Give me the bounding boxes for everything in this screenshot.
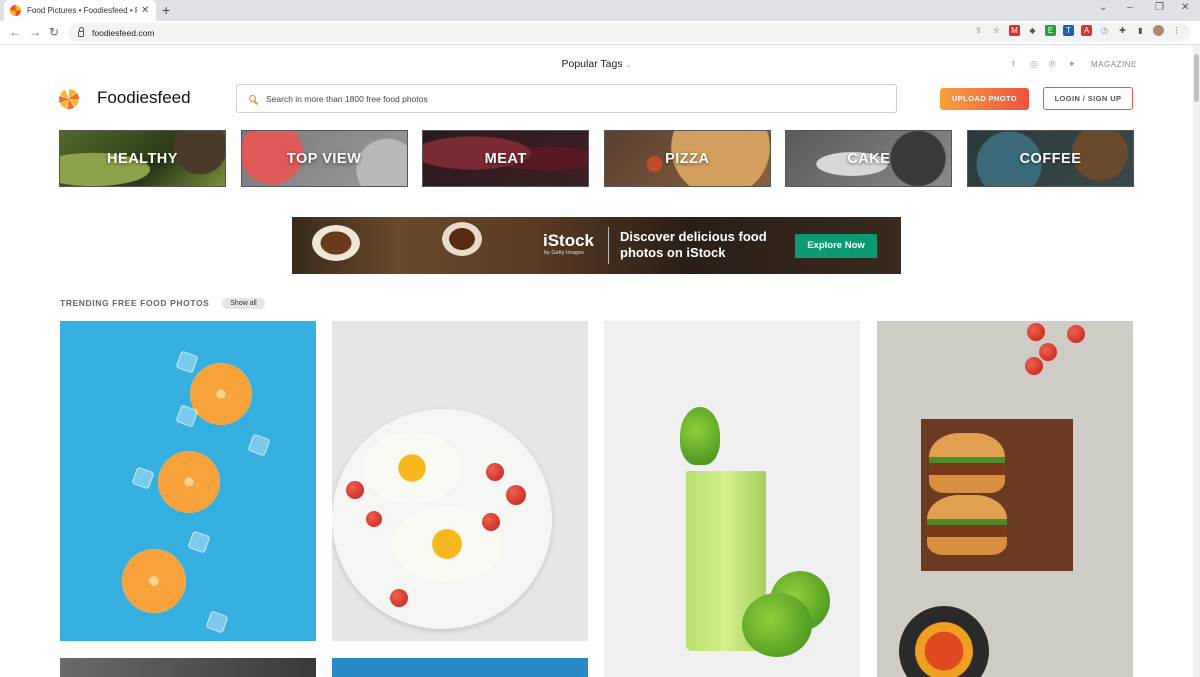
- browser-tabstrip: Food Pictures • Foodiesfeed • Fre ✕ + ⌄ …: [0, 0, 1200, 21]
- explore-now-button[interactable]: Explore Now: [795, 234, 877, 258]
- back-button[interactable]: ←: [9, 25, 21, 39]
- facebook-icon[interactable]: f: [1012, 59, 1015, 69]
- new-tab-button[interactable]: +: [162, 2, 170, 18]
- istock-ad-banner[interactable]: iStock by Getty Images Discover deliciou…: [292, 217, 901, 274]
- pinterest-icon[interactable]: ℗: [1049, 59, 1056, 69]
- category-tiles: HEALTHY TOP VIEW MEAT PIZZA CAKE COFFEE: [59, 130, 1134, 187]
- ad-divider: [608, 227, 609, 264]
- scrollbar-thumb[interactable]: [1194, 54, 1199, 102]
- category-label: MEAT: [484, 150, 527, 167]
- ad-headline: Discover delicious food photos on iStock: [620, 229, 767, 260]
- sidebar-icon[interactable]: ▮: [1135, 25, 1146, 36]
- logo-text[interactable]: Foodiesfeed: [97, 88, 191, 108]
- category-label: COFFEE: [1019, 150, 1082, 167]
- istock-logo: iStock: [543, 231, 595, 250]
- photo-eggs-toast[interactable]: [332, 321, 588, 641]
- ad-icon[interactable]: A: [1081, 25, 1092, 36]
- upload-photo-button[interactable]: UPLOAD PHOTO: [940, 88, 1029, 110]
- category-label: HEALTHY: [107, 150, 178, 167]
- extension-icon[interactable]: ◆: [1027, 25, 1038, 36]
- close-window-button[interactable]: ✕: [1181, 2, 1189, 13]
- pecan-image: [312, 225, 360, 261]
- pecan-image: [442, 222, 482, 256]
- category-top-view[interactable]: TOP VIEW: [240, 130, 408, 187]
- tab-close-icon[interactable]: ✕: [141, 5, 149, 16]
- category-coffee[interactable]: COFFEE: [966, 130, 1134, 187]
- evernote-icon[interactable]: E: [1045, 25, 1056, 36]
- photo-lime-drink[interactable]: [604, 321, 860, 677]
- twitter-icon[interactable]: ✦: [1068, 59, 1076, 70]
- tab-title: Food Pictures • Foodiesfeed • Fre: [27, 6, 137, 15]
- reload-button[interactable]: ↻: [49, 25, 59, 39]
- login-signup-button[interactable]: LOGIN / SIGN UP: [1043, 87, 1133, 110]
- share-icon[interactable]: ⇪: [973, 25, 984, 36]
- search-icon: [249, 95, 256, 102]
- profile-avatar[interactable]: ●: [1153, 25, 1164, 36]
- instagram-icon[interactable]: ◎: [1030, 59, 1038, 70]
- photo-partial[interactable]: [60, 658, 316, 677]
- show-all-button[interactable]: Show all: [222, 298, 265, 309]
- photo-oranges-ice[interactable]: [60, 321, 316, 641]
- category-pizza[interactable]: PIZZA: [603, 130, 771, 187]
- foodiesfeed-favicon-icon: [10, 5, 21, 16]
- popular-tags-label: Popular Tags: [561, 58, 623, 70]
- extension-icons: ⇪ ☆ M ◆ E T A ◷ ✚ ▮ ● ⋮: [973, 25, 1182, 36]
- url-text: foodiesfeed.com: [92, 27, 155, 38]
- photo-burgers-board[interactable]: [877, 321, 1133, 677]
- foodiesfeed-logo-icon[interactable]: [59, 89, 79, 109]
- category-label: CAKE: [847, 150, 891, 167]
- search-input[interactable]: [266, 93, 866, 104]
- category-label: PIZZA: [665, 150, 710, 167]
- tab-search-icon[interactable]: ⌄: [1099, 2, 1107, 13]
- forward-button[interactable]: →: [29, 25, 41, 39]
- trello-icon[interactable]: T: [1063, 25, 1074, 36]
- gmail-icon[interactable]: M: [1009, 25, 1020, 36]
- category-cake[interactable]: CAKE: [785, 130, 953, 187]
- section-title: TRENDING FREE FOOD PHOTOS: [60, 298, 210, 308]
- category-meat[interactable]: MEAT: [422, 130, 590, 187]
- browser-tab[interactable]: Food Pictures • Foodiesfeed • Fre ✕: [4, 0, 156, 21]
- page-scrollbar[interactable]: [1193, 45, 1200, 677]
- star-icon[interactable]: ☆: [991, 25, 1002, 36]
- browser-toolbar: ← → ↻ foodiesfeed.com ⇪ ☆ M ◆ E T A ◷ ✚ ▮ ● ⋮: [0, 21, 1200, 45]
- restore-button[interactable]: ❐: [1155, 2, 1164, 13]
- category-label: TOP VIEW: [286, 150, 362, 167]
- category-healthy[interactable]: HEALTHY: [59, 130, 226, 187]
- lock-icon: [78, 27, 84, 37]
- photo-partial[interactable]: [332, 658, 588, 677]
- chevron-down-icon: ⌄: [625, 62, 632, 69]
- search-bar[interactable]: [236, 84, 897, 113]
- magazine-link[interactable]: MAGAZINE: [1091, 60, 1137, 69]
- menu-icon[interactable]: ⋮: [1171, 25, 1182, 36]
- minimize-button[interactable]: –: [1127, 2, 1133, 13]
- puzzle-icon[interactable]: ✚: [1117, 25, 1128, 36]
- istock-logo-sub: by Getty Images: [544, 250, 585, 256]
- history-icon[interactable]: ◷: [1099, 25, 1110, 36]
